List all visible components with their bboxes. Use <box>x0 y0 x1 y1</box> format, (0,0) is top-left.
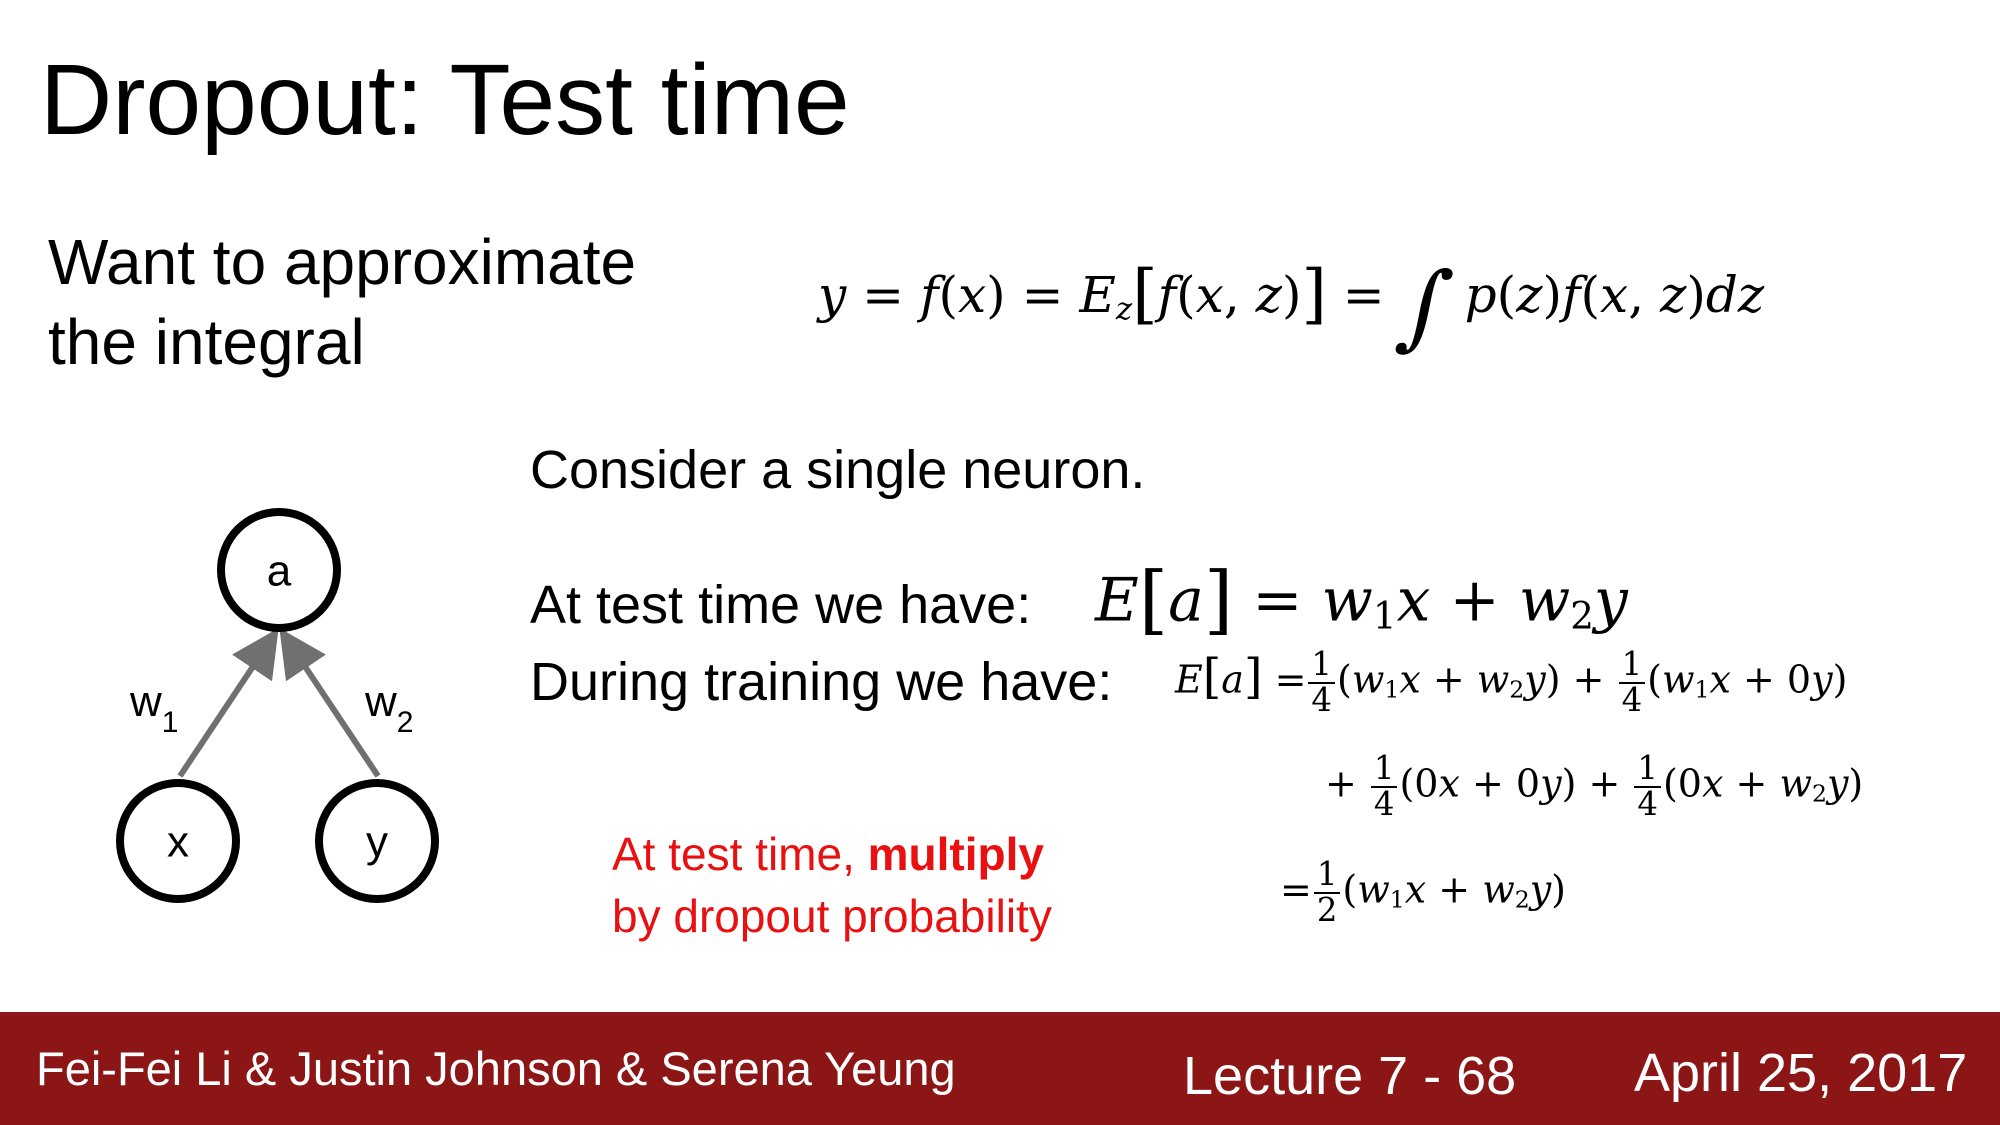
approx-line-2: the integral <box>48 306 365 378</box>
node-x-label: x <box>167 817 189 866</box>
w1-label: w1 <box>129 677 178 739</box>
approx-line-1: Want to approximate <box>48 226 637 298</box>
training-eq-line-2: + 1 4 (0x + 0y) + 1 4 (0x + w2y) <box>1325 749 1864 823</box>
note-bold-multiply: multiply <box>867 828 1044 880</box>
fraction: 14 <box>1370 751 1398 822</box>
consider-text: Consider a single neuron. <box>530 440 1146 500</box>
training-label: During training we have: <box>530 652 1113 712</box>
neuron-diagram: a x y w1 w2 <box>116 508 439 903</box>
test-time-note: At test time, multiply by dropout probab… <box>612 823 1052 947</box>
footer-lecture: Lecture 7 - 68 <box>1183 1046 1517 1106</box>
node-y-label: y <box>366 817 388 866</box>
training-eq-line-1: E[a] = 1 4 (w1x + w2y) + 1 4 (w1x + 0y) <box>1175 645 1848 719</box>
footer-bar: Fei-Fei Li & Justin Johnson & Serena Yeu… <box>0 1012 2000 1125</box>
footer-authors: Fei-Fei Li & Justin Johnson & Serena Yeu… <box>36 1042 956 1095</box>
fraction: 14 <box>1618 647 1646 718</box>
w2-label: w2 <box>364 677 413 739</box>
note-line-1: At test time, multiply <box>612 828 1044 880</box>
fraction: 14 <box>1634 751 1661 822</box>
test-time-equation: E[a] = w1x + w2y <box>1095 555 1628 643</box>
test-time-label: At test time we have: <box>530 575 1032 635</box>
slide-title: Dropout: Test time <box>40 44 850 156</box>
integral-equation: y = f(x) = Ez[f(x, z)] = ∫ p(z)f(x, z)dz <box>818 252 1765 360</box>
fraction: 14 <box>1308 647 1335 718</box>
w1-edge-arrow <box>177 628 279 778</box>
approx-text: Want to approximate the integral <box>48 222 636 382</box>
node-a-label: a <box>267 546 292 595</box>
training-eq-line-3: = 1 2 (w1x + w2y) <box>1280 855 1566 929</box>
footer-date: April 25, 2017 <box>1634 1043 1968 1103</box>
note-line-2: by dropout probability <box>612 890 1052 942</box>
fraction: 12 <box>1313 857 1341 928</box>
